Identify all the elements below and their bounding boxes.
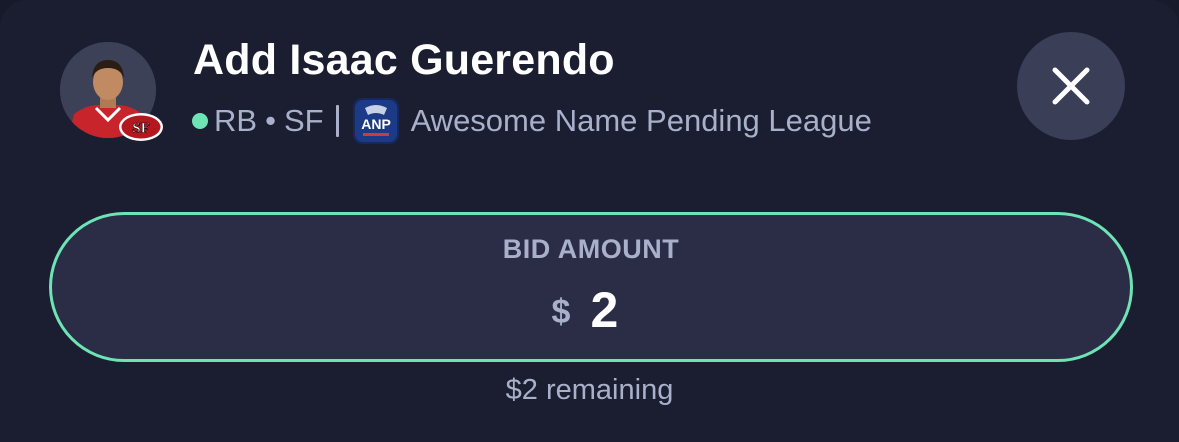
close-icon [1052,67,1090,105]
team-badge-text: SF [132,121,150,137]
bid-amount-input[interactable] [590,281,631,339]
add-player-sheet: SF Add Isaac Guerendo RB • SF ANP Awesom… [0,0,1179,442]
bid-amount-label: BID AMOUNT [502,234,680,264]
49ers-logo-icon: SF [118,112,164,142]
remaining-budget: $2 remaining [505,374,674,406]
status-dot [192,113,208,129]
divider [335,105,339,137]
league-name: Awesome Name Pending League [410,103,872,138]
currency-symbol: $ [551,292,571,331]
bid-value-row: $ [52,281,1130,339]
player-meta: RB • SF ANP Awesome Name Pending League [192,98,872,144]
league-logo-icon: ANP [352,98,399,144]
close-button[interactable] [1017,32,1125,140]
page-title: Add Isaac Guerendo [193,36,615,84]
player-position: RB [214,103,258,138]
bid-amount-field[interactable]: BID AMOUNT $ [49,212,1133,362]
separator-dot: • [265,103,276,138]
league-logo-text: ANP [361,116,391,132]
player-team: SF [283,103,324,138]
